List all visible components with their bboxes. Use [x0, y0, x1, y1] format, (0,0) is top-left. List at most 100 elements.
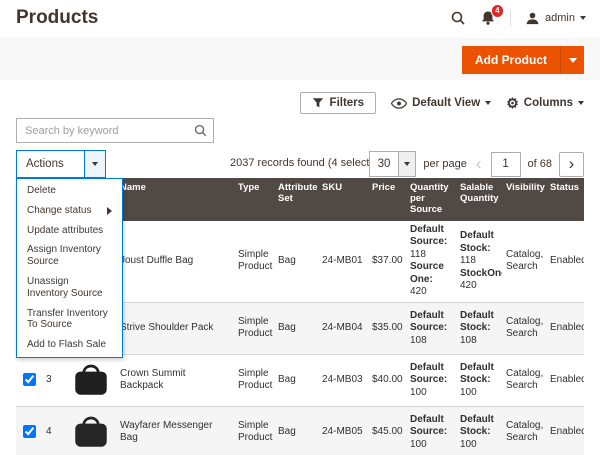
row-checkbox[interactable]	[23, 373, 36, 386]
add-product-button[interactable]: Add Product	[462, 46, 584, 74]
cell-select	[16, 406, 42, 455]
action-band: Add Product	[0, 38, 600, 80]
admin-user-menu[interactable]: admin	[525, 11, 586, 26]
cell-sku: 24-MB04	[318, 302, 368, 354]
actions-menu-item[interactable]: Delete	[17, 181, 122, 201]
search-input[interactable]	[16, 118, 214, 143]
cell-quantity-per-source: Default Source: 118Source One: 420	[406, 221, 456, 303]
actions-menu-item[interactable]: Transfer Inventory To Source	[17, 304, 122, 336]
actions-menu-item-label: Delete	[27, 185, 56, 197]
admin-user-label: admin	[545, 12, 575, 24]
cell-price: $45.00	[368, 406, 406, 455]
cell-attribute-set: Bag	[274, 354, 318, 406]
previous-page-button[interactable]: ‹	[474, 154, 484, 174]
row-checkbox[interactable]	[23, 425, 36, 438]
cell-price: $40.00	[368, 354, 406, 406]
cell-sku: 24-MB01	[318, 221, 368, 303]
cell-visibility: Catalog, Search	[502, 302, 546, 354]
add-product-dropdown-toggle[interactable]	[560, 46, 584, 74]
cell-quantity-per-source: Default Source: 100	[406, 354, 456, 406]
grid-toolbar: Actions 2037 records found (4 selected) …	[16, 150, 584, 178]
cell-sku: 24-MB05	[318, 406, 368, 455]
current-page-input[interactable]	[491, 152, 521, 177]
column-header[interactable]: Name	[116, 178, 234, 221]
actions-menu-item-label: Add to Flash Sale	[27, 339, 106, 351]
cell-id: 3	[42, 354, 66, 406]
chevron-down-icon	[578, 101, 584, 105]
add-product-label: Add Product	[462, 46, 560, 74]
page-total: of 68	[528, 158, 552, 170]
cell-salable-quantity: Default Stock: 100	[456, 354, 502, 406]
per-page-label: per page	[423, 158, 466, 170]
cell-sku: 24-MB03	[318, 354, 368, 406]
column-header[interactable]: Visibility	[502, 178, 546, 221]
view-toolbar: Filters Default View ⚙ Columns	[300, 92, 584, 114]
chevron-down-icon	[569, 58, 577, 63]
actions-menu-item-label: Unassign Inventory Source	[27, 276, 112, 300]
search-submit-icon[interactable]	[193, 123, 208, 143]
global-search-icon[interactable]	[450, 10, 466, 26]
actions-dropdown[interactable]: Actions	[16, 150, 106, 178]
column-header[interactable]: Type	[234, 178, 274, 221]
per-page-arrow[interactable]	[398, 152, 415, 176]
actions-menu-item[interactable]: Unassign Inventory Source	[17, 272, 122, 304]
column-header[interactable]: Quantity per Source	[406, 178, 456, 221]
column-header[interactable]: Attribute Set	[274, 178, 318, 221]
filters-label: Filters	[330, 97, 365, 109]
cell-type: Simple Product	[234, 406, 274, 455]
table-row[interactable]: 4 Wayfarer Messenger Bag Simple Product …	[16, 406, 584, 455]
column-header[interactable]: Price	[368, 178, 406, 221]
chevron-down-icon	[92, 162, 98, 166]
default-view-selector[interactable]: Default View	[391, 97, 491, 109]
cell-name: Wayfarer Messenger Bag	[116, 406, 234, 455]
cell-name: Joust Duffle Bag	[116, 221, 234, 303]
page-title: Products	[16, 7, 98, 29]
table-row[interactable]: 3 Crown Summit Backpack Simple Product B…	[16, 354, 584, 406]
cell-quantity-per-source: Default Source: 108	[406, 302, 456, 354]
user-icon	[525, 11, 540, 26]
products-page: Products 4 admin	[0, 0, 600, 455]
cell-attribute-set: Bag	[274, 302, 318, 354]
actions-menu-item[interactable]: Add to Flash Sale	[17, 335, 122, 355]
keyword-search	[16, 118, 214, 143]
cell-visibility: Catalog, Search	[502, 221, 546, 303]
notifications-button[interactable]: 4	[480, 10, 496, 26]
submenu-arrow-icon	[107, 207, 112, 215]
cell-thumbnail	[66, 406, 116, 455]
column-header[interactable]: SKU	[318, 178, 368, 221]
actions-menu-item[interactable]: Update attributes	[17, 221, 122, 241]
actions-menu-item-label: Update attributes	[27, 225, 103, 237]
actions-label: Actions	[17, 151, 64, 177]
next-page-button[interactable]: ›	[559, 152, 584, 177]
column-header[interactable]: Status	[546, 178, 584, 221]
actions-menu-item[interactable]: Change status	[17, 201, 122, 221]
actions-menu: Delete Change status Update attributes Assi…	[16, 178, 123, 358]
notification-badge: 4	[491, 4, 504, 18]
header-controls: 4 admin	[450, 10, 586, 26]
cell-status: Enabled	[546, 302, 584, 354]
cell-price: $37.00	[368, 221, 406, 303]
cell-type: Simple Product	[234, 302, 274, 354]
actions-dropdown-arrow[interactable]	[84, 151, 105, 177]
columns-label: Columns	[524, 97, 573, 109]
cell-salable-quantity: Default Stock: 118StockOne: 420	[456, 221, 502, 303]
actions-menu-item[interactable]: Assign Inventory Source	[17, 240, 122, 272]
pagination-controls: 30 per page ‹ of 68 ›	[369, 150, 584, 178]
cell-visibility: Catalog, Search	[502, 406, 546, 455]
page-header: Products 4 admin	[0, 0, 600, 38]
product-thumbnail-icon	[70, 359, 112, 401]
cell-attribute-set: Bag	[274, 406, 318, 455]
records-count: 2037 records found (4 selected)	[230, 157, 385, 169]
columns-selector[interactable]: ⚙ Columns	[506, 96, 584, 110]
filters-button[interactable]: Filters	[300, 92, 377, 114]
column-header[interactable]: Salable Quantity	[456, 178, 502, 221]
per-page-selector[interactable]: 30	[369, 151, 417, 177]
cell-type: Simple Product	[234, 354, 274, 406]
filter-funnel-icon	[312, 97, 324, 109]
cell-visibility: Catalog, Search	[502, 354, 546, 406]
chevron-down-icon	[580, 16, 586, 20]
cell-type: Simple Product	[234, 221, 274, 303]
gear-icon: ⚙	[506, 96, 519, 110]
search-icon	[450, 10, 466, 26]
actions-menu-item-label: Change status	[27, 205, 92, 217]
